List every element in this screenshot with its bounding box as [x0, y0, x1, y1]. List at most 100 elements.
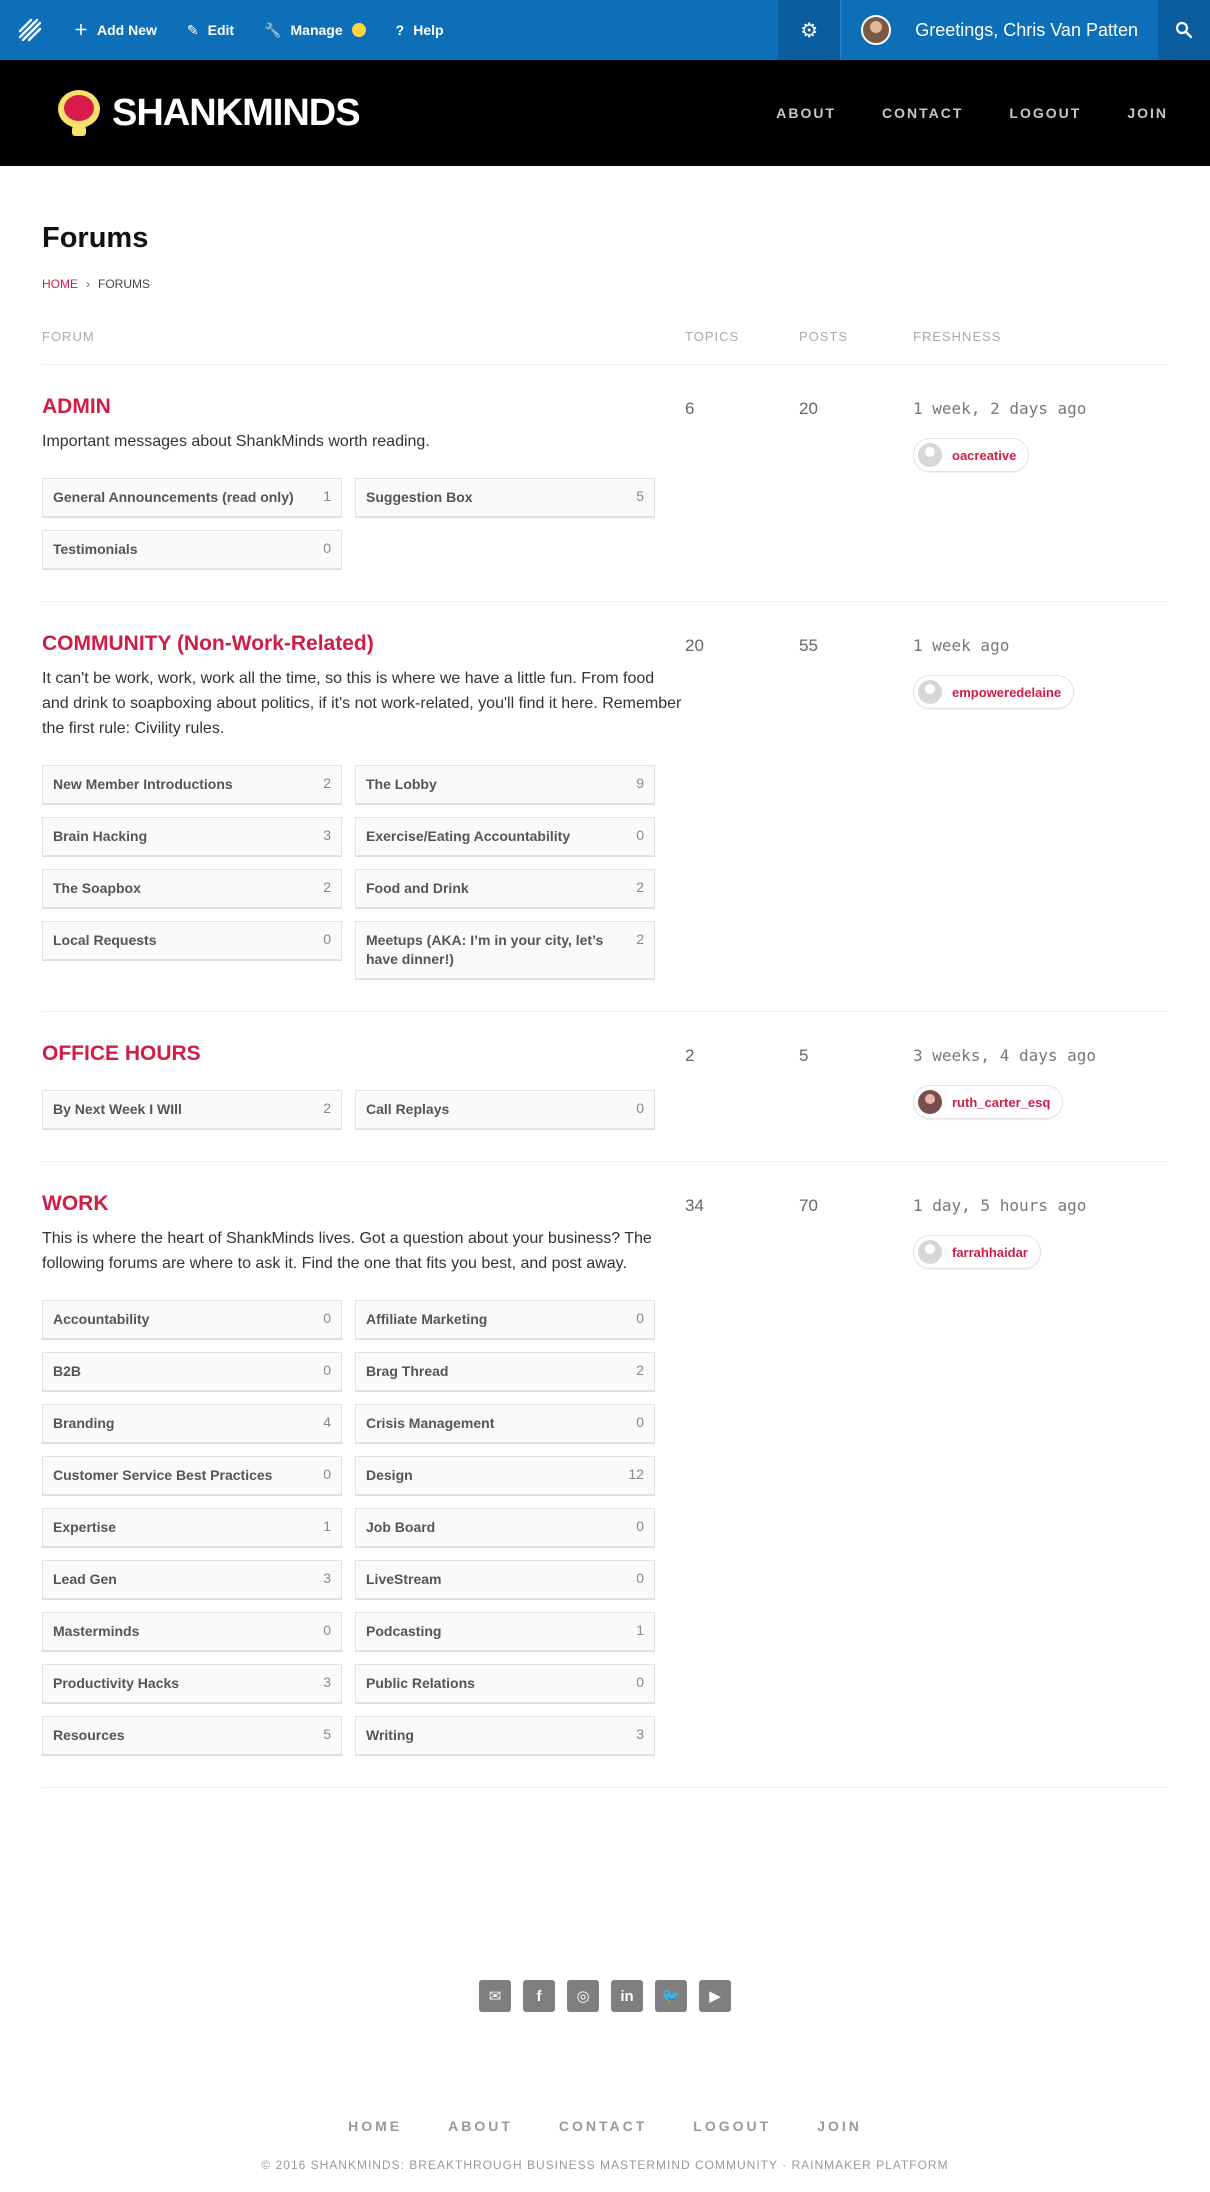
- settings-gear-icon[interactable]: ⚙: [778, 0, 841, 60]
- add-new-button[interactable]: ＋ Add New: [74, 20, 157, 40]
- subforum-link[interactable]: Branding 4: [42, 1404, 342, 1443]
- subforum-link[interactable]: Accountability 0: [42, 1300, 342, 1339]
- topic-count: 6: [685, 399, 695, 418]
- subforum-link[interactable]: The Soapbox 2: [42, 869, 342, 908]
- last-poster[interactable]: empoweredelaine: [913, 675, 1075, 709]
- subforum-name: Writing: [366, 1727, 414, 1743]
- last-poster[interactable]: farrahhaidar: [913, 1235, 1041, 1269]
- nav-about[interactable]: ABOUT: [776, 105, 836, 121]
- subforum-count: 1: [636, 1622, 644, 1638]
- subforum-count: 0: [323, 540, 331, 556]
- header-freshness: FRESHNESS: [913, 329, 1002, 344]
- subforum-link[interactable]: Crisis Management 0: [355, 1404, 655, 1443]
- youtube-icon[interactable]: ▶: [699, 1980, 731, 2012]
- footer-nav-join[interactable]: JOIN: [817, 2118, 862, 2134]
- help-button[interactable]: ? Help: [396, 22, 444, 38]
- page-title: Forums: [42, 222, 149, 254]
- subforum-link[interactable]: Customer Service Best Practices 0: [42, 1456, 342, 1495]
- freshness-link[interactable]: 3 weeks, 4 days ago: [913, 1042, 1168, 1065]
- subforum-link[interactable]: Brag Thread 2: [355, 1352, 655, 1391]
- username: farrahhaidar: [952, 1244, 1028, 1260]
- subforum-count: 0: [636, 1100, 644, 1116]
- forum-title[interactable]: WORK: [42, 1192, 685, 1216]
- last-poster[interactable]: oacreative: [913, 438, 1030, 472]
- twitter-icon[interactable]: 🐦: [655, 1980, 687, 2012]
- subforum-link[interactable]: Meetups (AKA: I’m in your city, let’s ha…: [355, 921, 655, 979]
- subforum-name: Job Board: [366, 1519, 436, 1535]
- breadcrumb-home[interactable]: HOME: [42, 277, 78, 291]
- breadcrumb-separator: ›: [86, 277, 90, 291]
- brand-name: SHANKMINDS: [112, 91, 361, 134]
- subforum-link[interactable]: Expertise 1: [42, 1508, 342, 1547]
- subforum-link[interactable]: Podcasting 1: [355, 1612, 655, 1651]
- subforum-count: 0: [323, 1622, 331, 1638]
- footer-nav-logout[interactable]: LOGOUT: [693, 2118, 771, 2134]
- edit-button[interactable]: ✎ Edit: [187, 22, 234, 39]
- subforum-link[interactable]: Testimonials 0: [42, 530, 342, 569]
- subforum-link[interactable]: Suggestion Box 5: [355, 478, 655, 517]
- subforum-link[interactable]: Design 12: [355, 1456, 655, 1495]
- forum-title[interactable]: ADMIN: [42, 395, 685, 419]
- manage-label: Manage: [290, 22, 343, 38]
- site-logo[interactable]: SHANKMINDS: [50, 84, 776, 142]
- subforum-count: 0: [323, 1310, 331, 1326]
- subforum-name: Food and Drink: [366, 880, 469, 896]
- linkedin-icon[interactable]: in: [611, 1980, 643, 2012]
- freshness-link[interactable]: 1 week ago: [913, 632, 1168, 655]
- footer-nav: HOME ABOUT CONTACT LOGOUT JOIN: [42, 2118, 1168, 2134]
- search-icon[interactable]: [1158, 0, 1210, 60]
- subforum-link[interactable]: Writing 3: [355, 1716, 655, 1755]
- footer-nav-about[interactable]: ABOUT: [448, 2118, 513, 2134]
- rainmaker-logo-icon[interactable]: [16, 16, 44, 44]
- subforum-count: 2: [323, 775, 331, 791]
- subforum-link[interactable]: LiveStream 0: [355, 1560, 655, 1599]
- subforum-link[interactable]: Public Relations 0: [355, 1664, 655, 1703]
- email-icon[interactable]: ✉: [479, 1980, 511, 2012]
- forum-description: It can't be work, work, work all the tim…: [42, 670, 682, 737]
- user-greeting[interactable]: Greetings, Chris Van Patten: [840, 0, 1158, 60]
- subforum-count: 12: [628, 1466, 644, 1482]
- subforum-link[interactable]: General Announcements (read only) 1: [42, 478, 342, 517]
- subforum-link[interactable]: Local Requests 0: [42, 921, 342, 960]
- subforum-link[interactable]: By Next Week I WIll 2: [42, 1090, 342, 1129]
- subforum-link[interactable]: The Lobby 9: [355, 765, 655, 804]
- subforum-link[interactable]: Job Board 0: [355, 1508, 655, 1547]
- subforum-name: Masterminds: [53, 1623, 140, 1639]
- subforum-count: 2: [323, 1100, 331, 1116]
- subforum-link[interactable]: New Member Introductions 2: [42, 765, 342, 804]
- subforum-link[interactable]: Food and Drink 2: [355, 869, 655, 908]
- instagram-icon[interactable]: ◎: [567, 1980, 599, 2012]
- user-avatar: [918, 1090, 942, 1114]
- subforum-link[interactable]: Call Replays 0: [355, 1090, 655, 1129]
- freshness-link[interactable]: 1 day, 5 hours ago: [913, 1192, 1168, 1215]
- forum-row: ADMIN Important messages about ShankMind…: [42, 365, 1168, 602]
- nav-logout[interactable]: LOGOUT: [1009, 105, 1081, 121]
- facebook-icon[interactable]: f: [523, 1980, 555, 2012]
- subforum-name: Accountability: [53, 1311, 150, 1327]
- subforum-count: 3: [323, 1674, 331, 1690]
- subforum-link[interactable]: B2B 0: [42, 1352, 342, 1391]
- subforum-link[interactable]: Resources 5: [42, 1716, 342, 1755]
- subforum-link[interactable]: Exercise/Eating Accountability 0: [355, 817, 655, 856]
- topic-count: 34: [685, 1196, 704, 1215]
- nav-contact[interactable]: CONTACT: [882, 105, 963, 121]
- username: oacreative: [952, 447, 1017, 463]
- subforum-link[interactable]: Productivity Hacks 3: [42, 1664, 342, 1703]
- freshness-link[interactable]: 1 week, 2 days ago: [913, 395, 1168, 418]
- subforum-link[interactable]: Lead Gen 3: [42, 1560, 342, 1599]
- site-header: SHANKMINDS ABOUT CONTACT LOGOUT JOIN: [0, 60, 1210, 166]
- post-count: 70: [799, 1196, 818, 1215]
- nav-join[interactable]: JOIN: [1127, 105, 1168, 121]
- forum-title[interactable]: COMMUNITY (Non-Work-Related): [42, 632, 685, 656]
- last-poster[interactable]: ruth_carter_esq: [913, 1085, 1064, 1119]
- footer-nav-contact[interactable]: CONTACT: [559, 2118, 647, 2134]
- manage-button[interactable]: 🔧 Manage: [264, 22, 366, 39]
- footer-nav-home[interactable]: HOME: [348, 2118, 402, 2134]
- subforum-count: 9: [636, 775, 644, 791]
- subforum-link[interactable]: Masterminds 0: [42, 1612, 342, 1651]
- subforum-link[interactable]: Brain Hacking 3: [42, 817, 342, 856]
- subforum-link[interactable]: Affiliate Marketing 0: [355, 1300, 655, 1339]
- subforum-name: Productivity Hacks: [53, 1675, 180, 1691]
- subforum-name: LiveStream: [366, 1571, 442, 1587]
- forum-title[interactable]: OFFICE HOURS: [42, 1042, 685, 1066]
